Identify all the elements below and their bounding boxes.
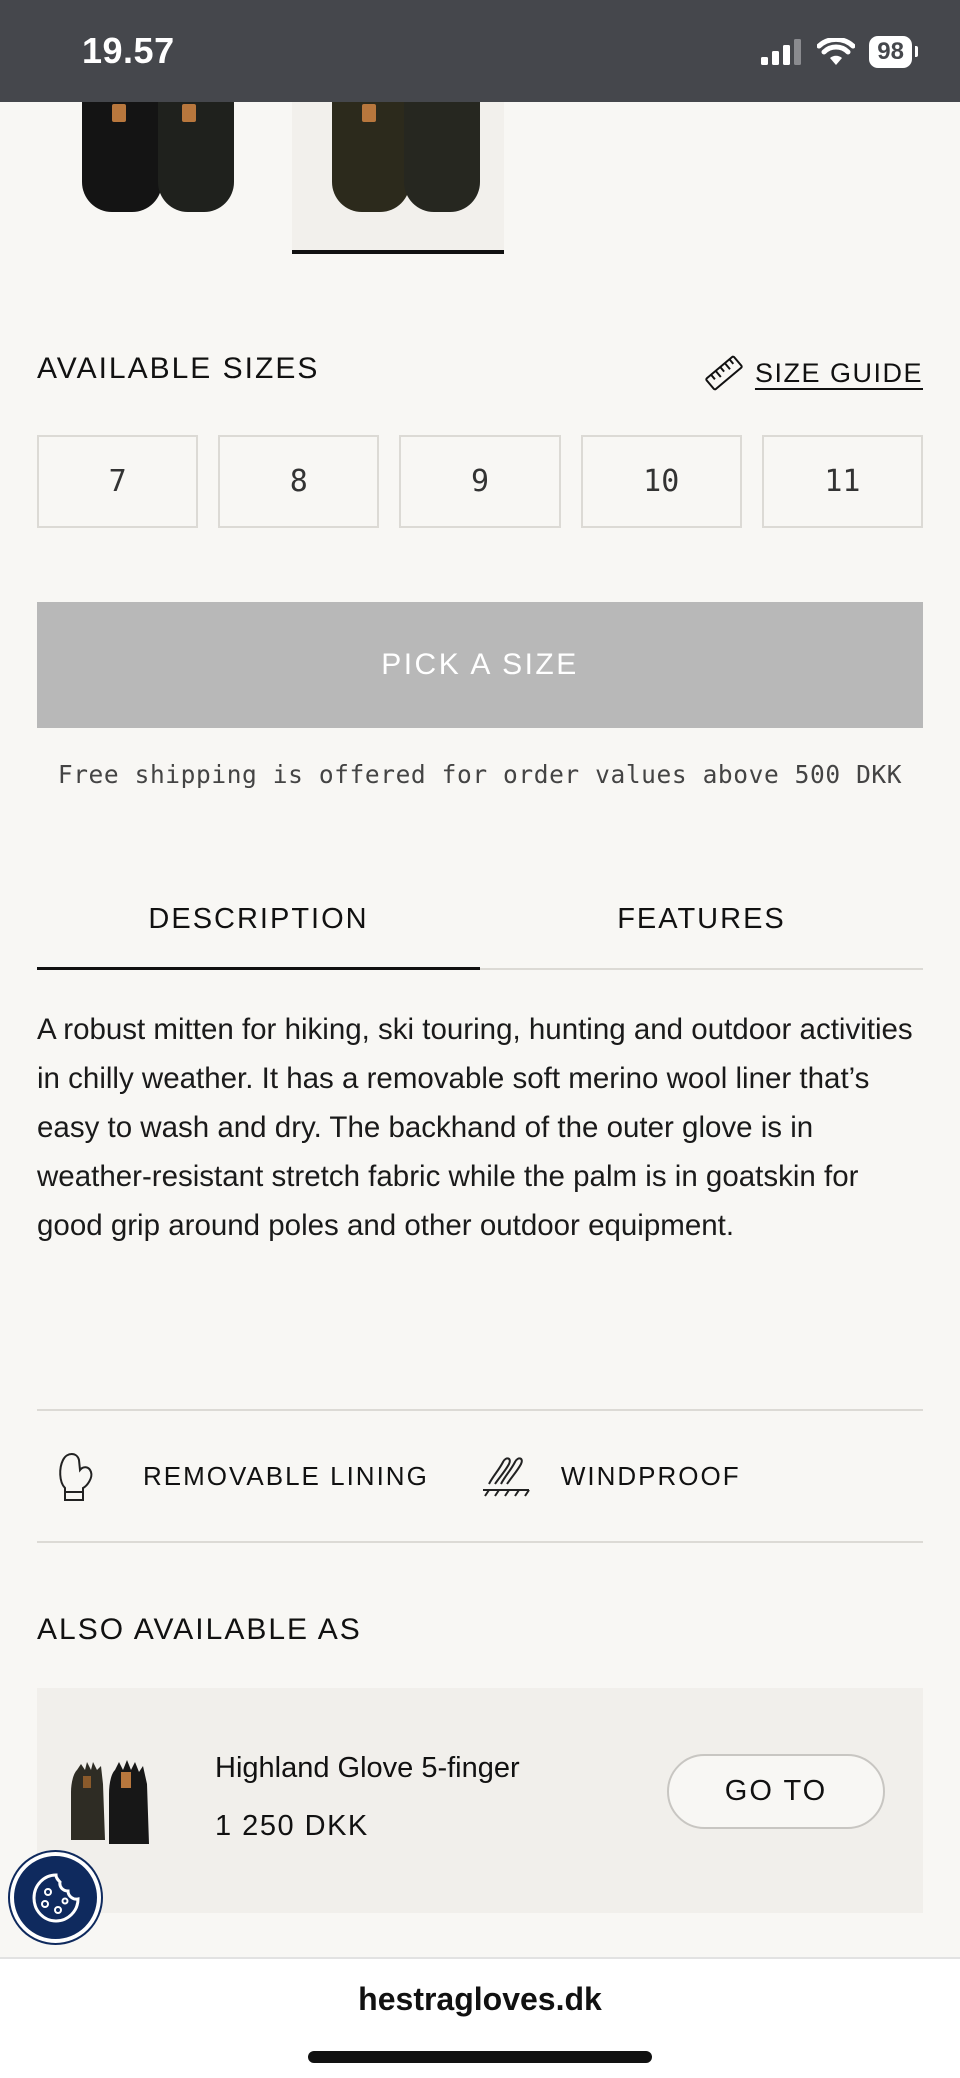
size-guide-link[interactable]: SIZE GUIDE — [703, 352, 923, 394]
tab-features[interactable]: FEATURES — [480, 870, 923, 968]
wifi-icon — [817, 38, 856, 65]
tab-description[interactable]: DESCRIPTION — [37, 870, 480, 970]
available-sizes-title: AVAILABLE SIZES — [37, 352, 320, 385]
signal-icon — [761, 39, 802, 65]
cookie-settings-button[interactable] — [10, 1852, 101, 1943]
browser-url[interactable]: hestragloves.dk — [0, 1981, 960, 2018]
feature-highlights: REMOVABLE LINING WINDPROOF — [37, 1409, 923, 1543]
wind-icon — [482, 1457, 530, 1497]
size-option-10[interactable]: 10 — [580, 435, 742, 528]
size-option-9[interactable]: 9 — [399, 435, 561, 528]
shipping-note: Free shipping is offered for order value… — [57, 760, 903, 789]
related-product-price: 1 250 DKK — [215, 1810, 369, 1842]
status-icons: 98 — [761, 36, 918, 68]
product-thumbnail-1[interactable] — [58, 102, 270, 250]
go-to-button[interactable]: GO TO — [667, 1754, 885, 1829]
size-option-7[interactable]: 7 — [37, 435, 199, 528]
sizes-header: AVAILABLE SIZES SIZE GUIDE — [37, 352, 923, 392]
battery-icon: 98 — [869, 36, 918, 68]
related-product-name[interactable]: Highland Glove 5-finger — [215, 1752, 520, 1785]
feature-windproof: WINDPROOF — [479, 1448, 741, 1504]
status-time: 19.57 — [82, 30, 175, 71]
glove-thumbnail — [71, 1760, 149, 1844]
size-option-8[interactable]: 8 — [218, 435, 380, 528]
size-option-11[interactable]: 11 — [761, 435, 924, 528]
pick-a-size-button[interactable]: PICK A SIZE — [37, 602, 923, 728]
mitten-icon — [59, 1453, 93, 1501]
size-guide-label: SIZE GUIDE — [754, 357, 923, 388]
related-product-card[interactable]: Highland Glove 5-finger 1 250 DKK GO TO — [37, 1688, 923, 1913]
home-indicator[interactable] — [308, 2051, 652, 2063]
product-info-tabs: DESCRIPTION FEATURES — [37, 870, 923, 970]
status-bar: 19.57 98 — [0, 0, 960, 102]
product-thumbnails — [0, 102, 960, 254]
ruler-icon — [705, 355, 743, 391]
product-description: A robust mitten for hiking, ski touring,… — [37, 1013, 913, 1242]
browser-address-bar[interactable]: hestragloves.dk — [0, 1957, 960, 2078]
feature-removable-lining: REMOVABLE LINING — [37, 1448, 429, 1504]
cookie-icon — [31, 1872, 80, 1923]
size-options: 7 8 9 10 11 — [37, 435, 924, 528]
also-available-title: ALSO AVAILABLE AS — [37, 1613, 362, 1646]
feature-label-removable-lining: REMOVABLE LINING — [143, 1460, 429, 1491]
feature-label-windproof: WINDPROOF — [560, 1460, 741, 1491]
product-thumbnail-2-selected[interactable] — [292, 102, 504, 254]
